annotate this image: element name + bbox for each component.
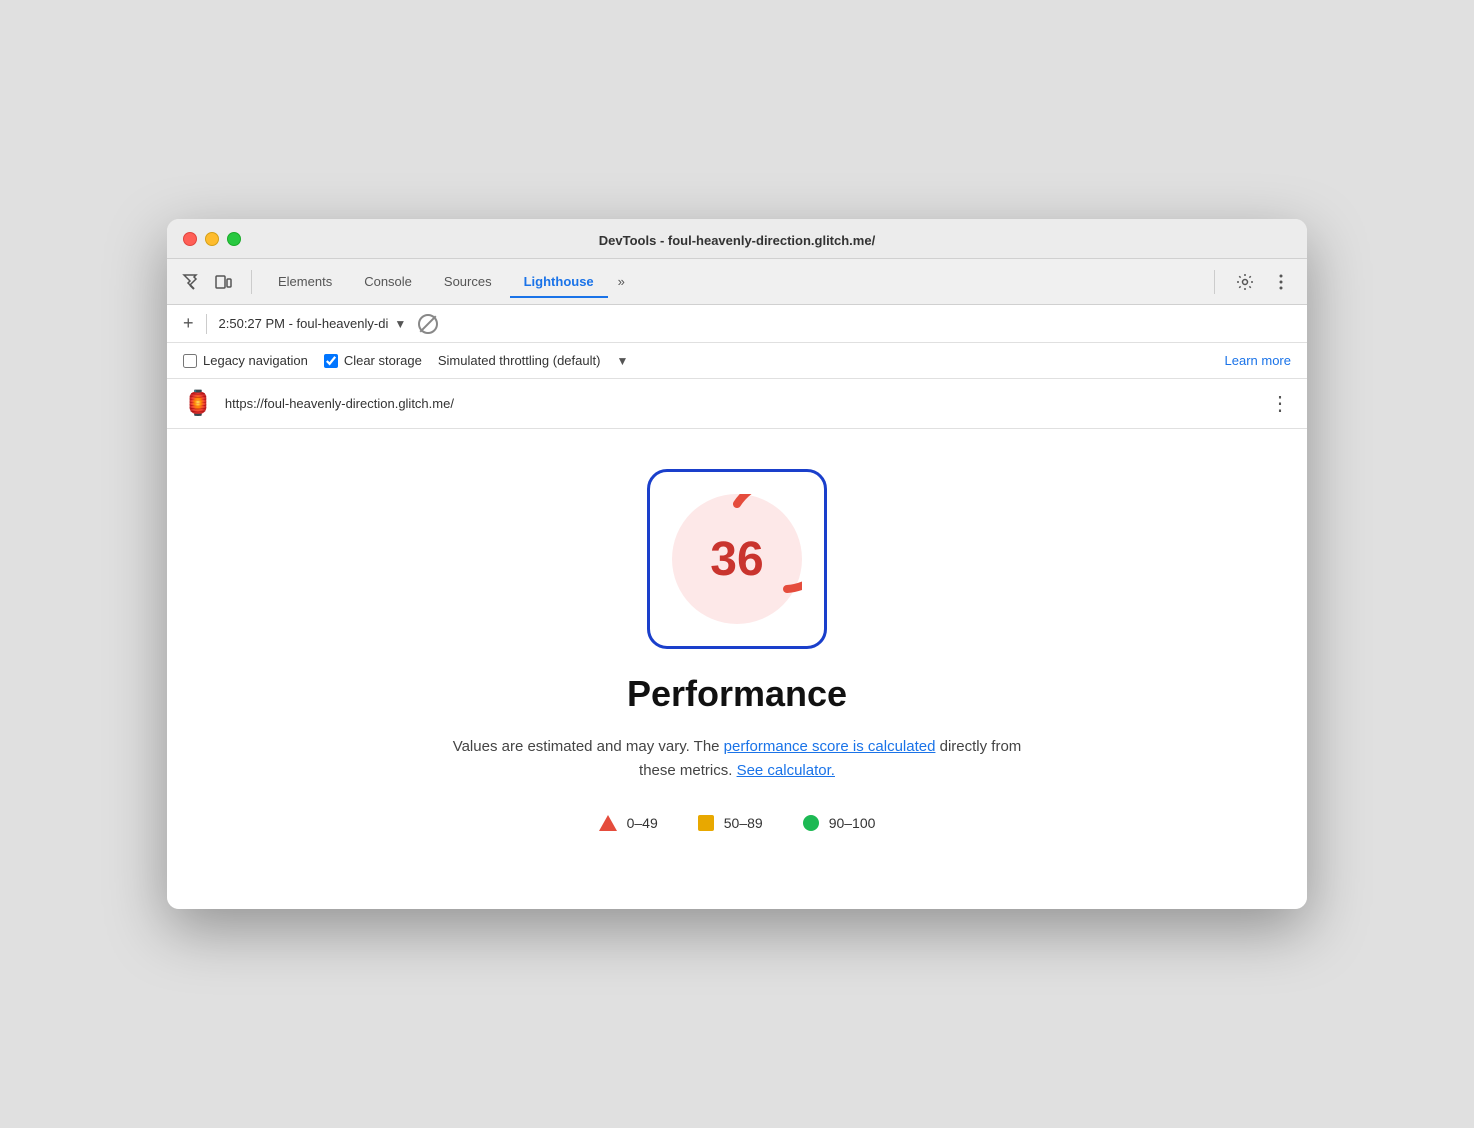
learn-more-link[interactable]: Learn more <box>1225 353 1291 368</box>
legend-red: 0–49 <box>599 815 658 831</box>
green-circle-icon <box>803 815 819 831</box>
tab-bar: Elements Console Sources Lighthouse » <box>167 259 1307 305</box>
main-content: 36 Performance Values are estimated and … <box>167 429 1307 909</box>
block-icon[interactable] <box>418 314 438 334</box>
tab-lighthouse[interactable]: Lighthouse <box>510 266 608 297</box>
lighthouse-favicon: 🏮 <box>183 389 213 418</box>
close-button[interactable] <box>183 232 197 246</box>
legacy-nav-option[interactable]: Legacy navigation <box>183 353 308 368</box>
performance-title: Performance <box>627 673 847 715</box>
minimize-button[interactable] <box>205 232 219 246</box>
page-url: https://foul-heavenly-direction.glitch.m… <box>225 396 1258 411</box>
traffic-lights <box>183 232 241 246</box>
clear-storage-checkbox[interactable] <box>324 354 338 368</box>
window-title: DevTools - foul-heavenly-direction.glitc… <box>599 233 875 248</box>
tab-more[interactable]: » <box>612 266 631 297</box>
orange-square-icon <box>698 815 714 831</box>
timestamp: 2:50:27 PM - foul-heavenly-di ▼ <box>219 316 407 331</box>
more-options-icon[interactable] <box>1267 268 1295 296</box>
score-value: 36 <box>710 532 763 587</box>
throttle-dropdown-icon[interactable]: ▼ <box>616 354 628 368</box>
calculator-link[interactable]: See calculator. <box>737 762 835 779</box>
score-gauge: 36 <box>647 469 827 649</box>
inspect-icon[interactable] <box>179 270 203 294</box>
toolbar-divider <box>206 314 207 334</box>
tab-bar-right <box>1206 268 1295 296</box>
tab-divider-right <box>1214 270 1215 294</box>
device-icon[interactable] <box>211 270 235 294</box>
red-triangle-icon <box>599 815 617 831</box>
tab-sources[interactable]: Sources <box>430 266 506 297</box>
clear-storage-option[interactable]: Clear storage <box>324 353 422 368</box>
tab-console[interactable]: Console <box>350 266 426 297</box>
throttling-label: Simulated throttling (default) <box>438 353 601 368</box>
legend-green: 90–100 <box>803 815 876 831</box>
score-circle: 36 <box>672 494 802 624</box>
toolbar: + 2:50:27 PM - foul-heavenly-di ▼ <box>167 305 1307 343</box>
tab-divider <box>251 270 252 294</box>
url-bar: 🏮 https://foul-heavenly-direction.glitch… <box>167 379 1307 429</box>
add-button[interactable]: + <box>183 313 194 334</box>
settings-icon[interactable] <box>1231 268 1259 296</box>
tab-elements[interactable]: Elements <box>264 266 346 297</box>
score-legend: 0–49 50–89 90–100 <box>599 815 876 831</box>
url-more-button[interactable]: ⋮ <box>1270 394 1291 414</box>
devtools-window: DevTools - foul-heavenly-direction.glitc… <box>167 219 1307 909</box>
legacy-nav-checkbox[interactable] <box>183 354 197 368</box>
maximize-button[interactable] <box>227 232 241 246</box>
perf-score-link[interactable]: performance score is calculated <box>724 738 936 755</box>
title-bar: DevTools - foul-heavenly-direction.glitc… <box>167 219 1307 259</box>
legend-orange: 50–89 <box>698 815 763 831</box>
options-bar: Legacy navigation Clear storage Simulate… <box>167 343 1307 379</box>
performance-description: Values are estimated and may vary. The p… <box>437 735 1037 783</box>
dropdown-arrow-icon[interactable]: ▼ <box>394 317 406 331</box>
